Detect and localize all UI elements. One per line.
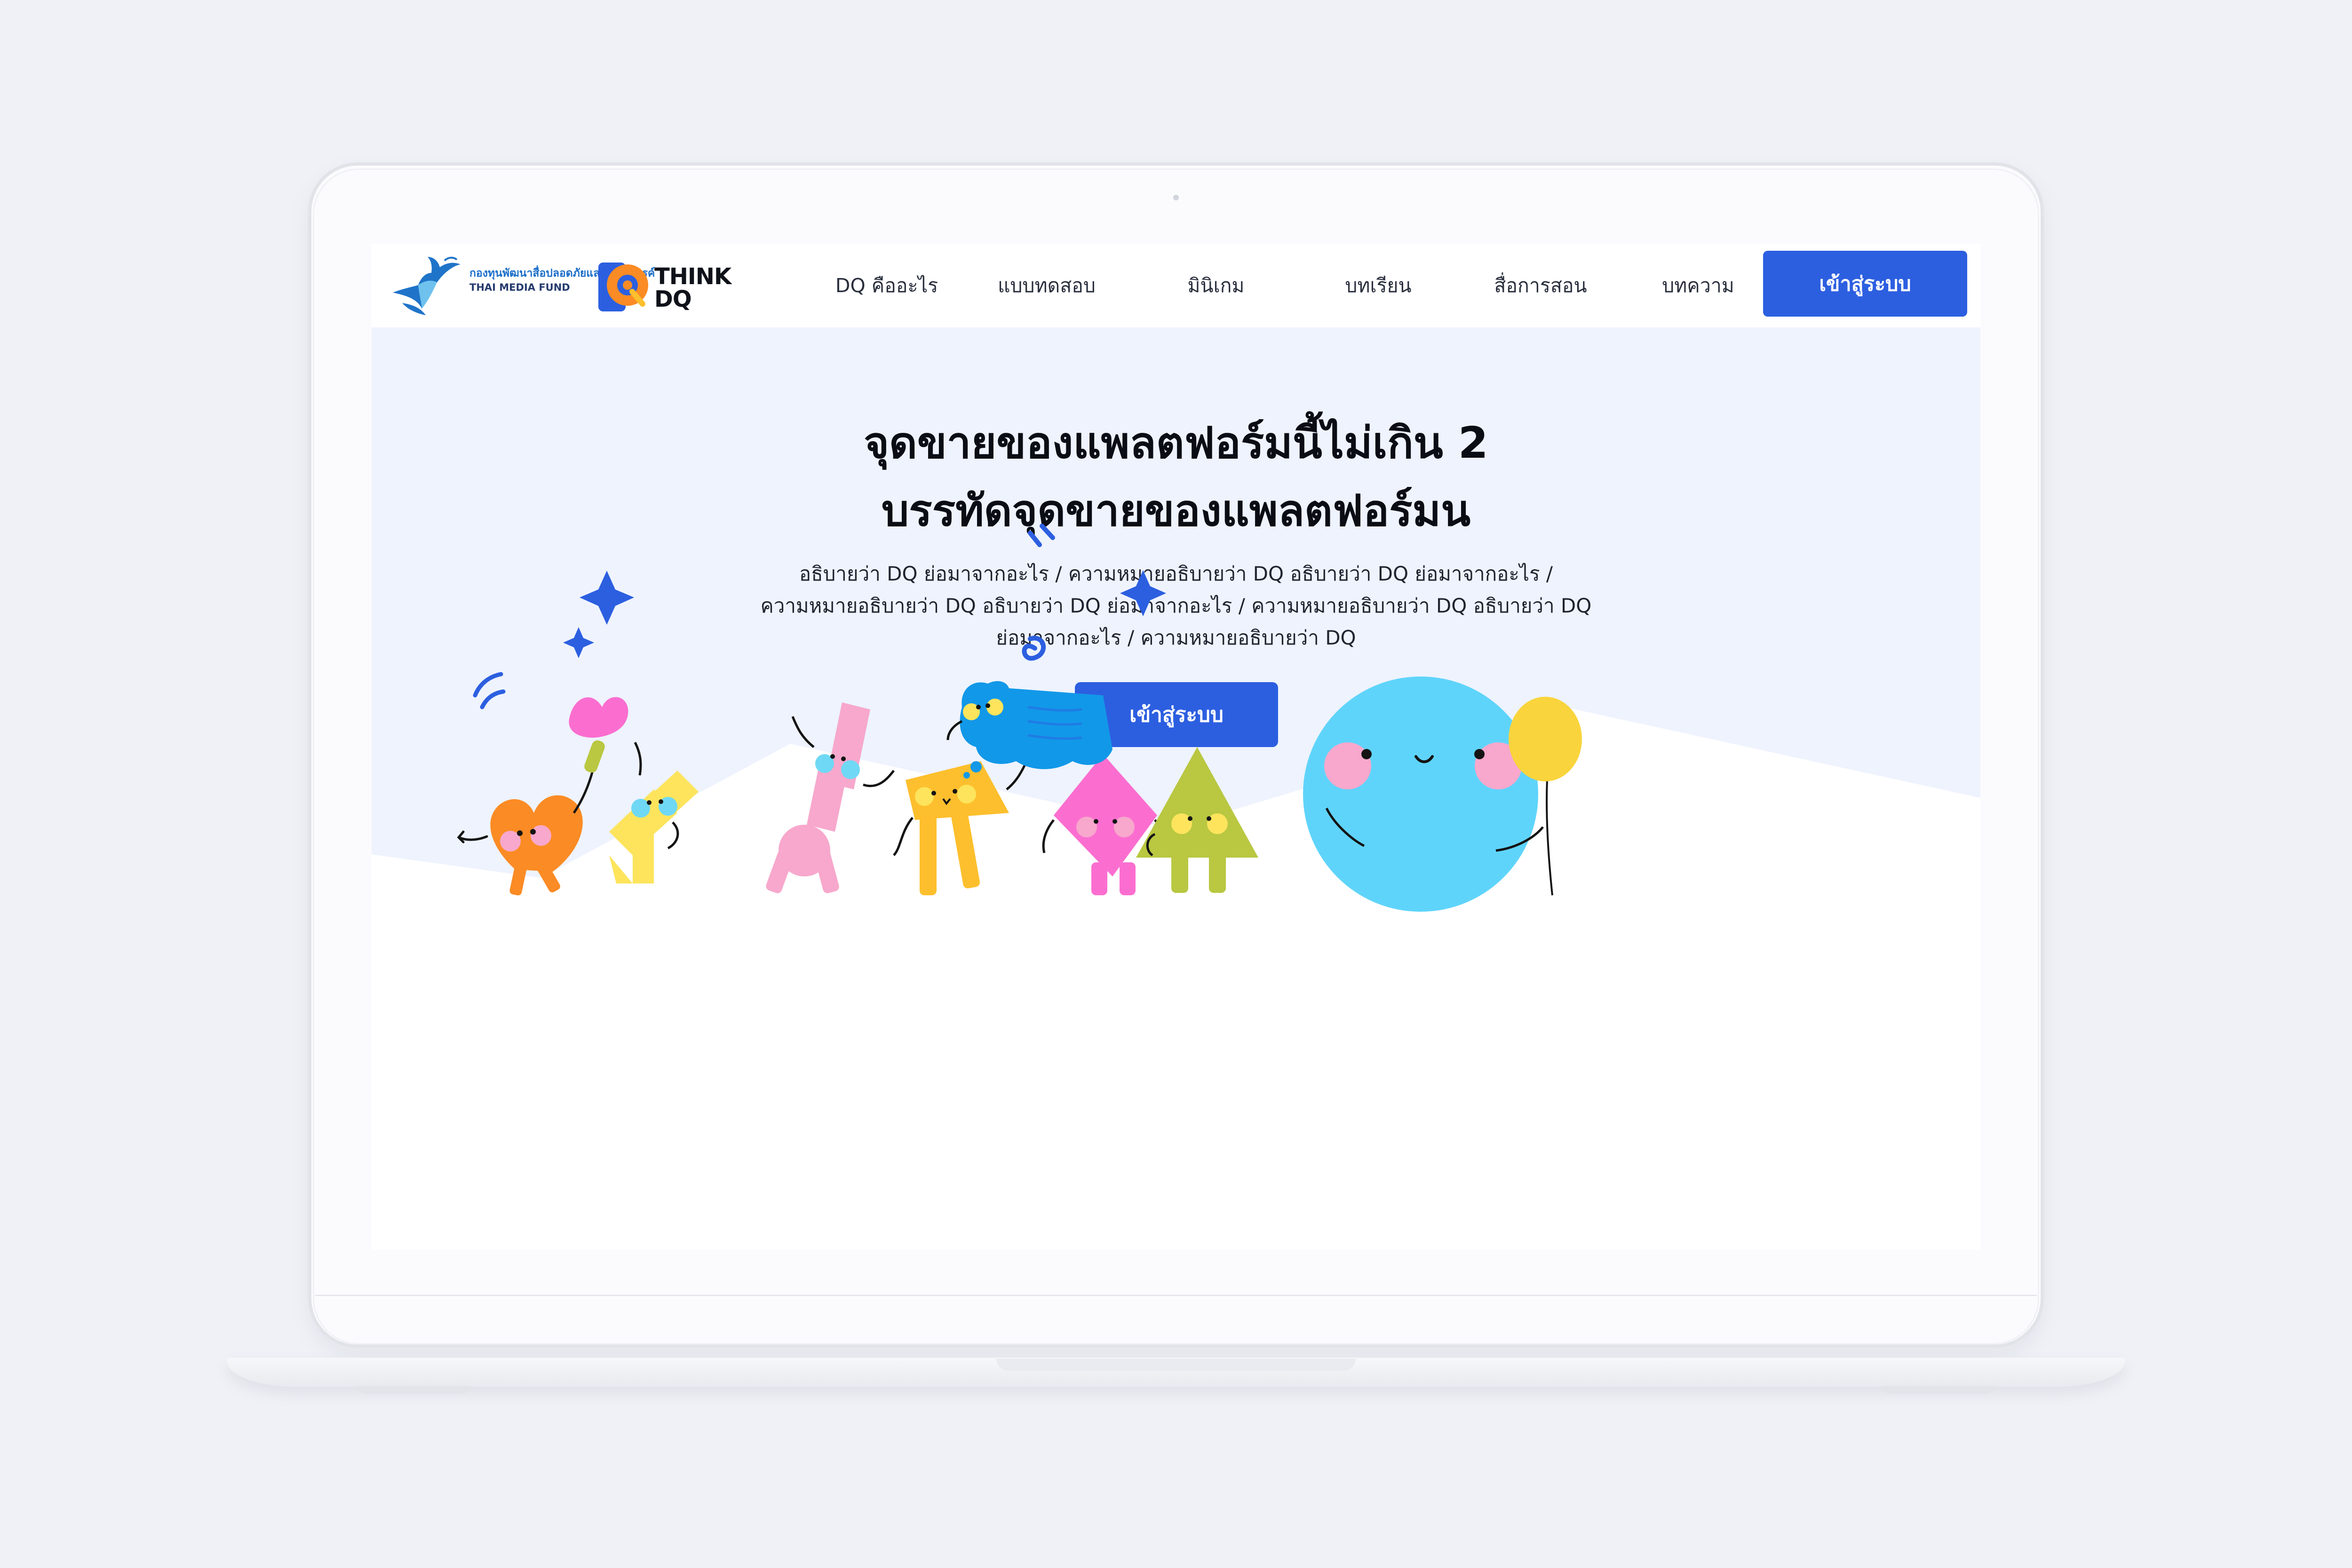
nav-item-teaching-materials[interactable]: สื่อการสอน: [1463, 244, 1618, 327]
website-screen: กองทุนพัฒนาสื่อปลอดภัยและสร้างสรรค์ THAI…: [372, 244, 1980, 1250]
stacked-character: [766, 702, 895, 893]
think-dq-wordmark: THINK DQ: [654, 265, 731, 310]
nav-item-mini-game[interactable]: มินิเกม: [1148, 244, 1284, 327]
top-navigation: กองทุนพัฒนาสื่อปลอดภัยและสร้างสรรค์ THAI…: [372, 244, 1980, 327]
nav-login-button[interactable]: เข้าสู่ระบบ: [1763, 251, 1967, 317]
thai-media-fund-name: กองทุนพัฒนาสื่อปลอดภัยและสร้างสรรค์ THAI…: [469, 266, 655, 294]
fund-name-thai: กองทุนพัฒนาสื่อปลอดภัยและสร้างสรรค์: [469, 267, 655, 279]
nav-item-articles[interactable]: บทความ: [1632, 244, 1764, 327]
heart-character: [457, 697, 628, 896]
think-dq-mark-icon: [598, 263, 648, 311]
nav-item-quiz[interactable]: แบบทดสอบ: [971, 244, 1122, 327]
doodle-stroke: [1028, 524, 1055, 547]
circle-character: [1303, 677, 1544, 912]
sparkle-icon: [1120, 570, 1166, 616]
camera-icon: [1173, 195, 1179, 200]
l-shape-character: [609, 741, 699, 883]
arrow-character: [893, 758, 1029, 895]
laptop-notch: [996, 1359, 1356, 1371]
cloud-character: [946, 681, 1112, 779]
sparkle-icon: [563, 627, 594, 658]
sparkle-icon: [580, 571, 634, 625]
laptop-foot-right: [1882, 1386, 1994, 1393]
laptop-chin: [315, 1295, 2037, 1336]
thai-media-fund-bird-logo: [393, 256, 461, 315]
diamond-character: [1042, 754, 1166, 895]
characters-illustration: [457, 524, 1582, 912]
nav-item-what-is-dq[interactable]: DQ คืออะไร: [809, 244, 964, 327]
think-dq-word-think: THINK: [654, 263, 731, 290]
motion-lines: [473, 672, 506, 709]
laptop-foot-left: [358, 1386, 470, 1393]
think-dq-logo[interactable]: THINK DQ: [596, 259, 742, 315]
triangle-character: [1136, 747, 1258, 893]
think-dq-word-dq: DQ: [654, 286, 692, 312]
fund-name-english: THAI MEDIA FUND: [469, 282, 570, 293]
nav-item-lessons[interactable]: บทเรียน: [1308, 244, 1449, 327]
doodle-loop: [1022, 636, 1046, 661]
